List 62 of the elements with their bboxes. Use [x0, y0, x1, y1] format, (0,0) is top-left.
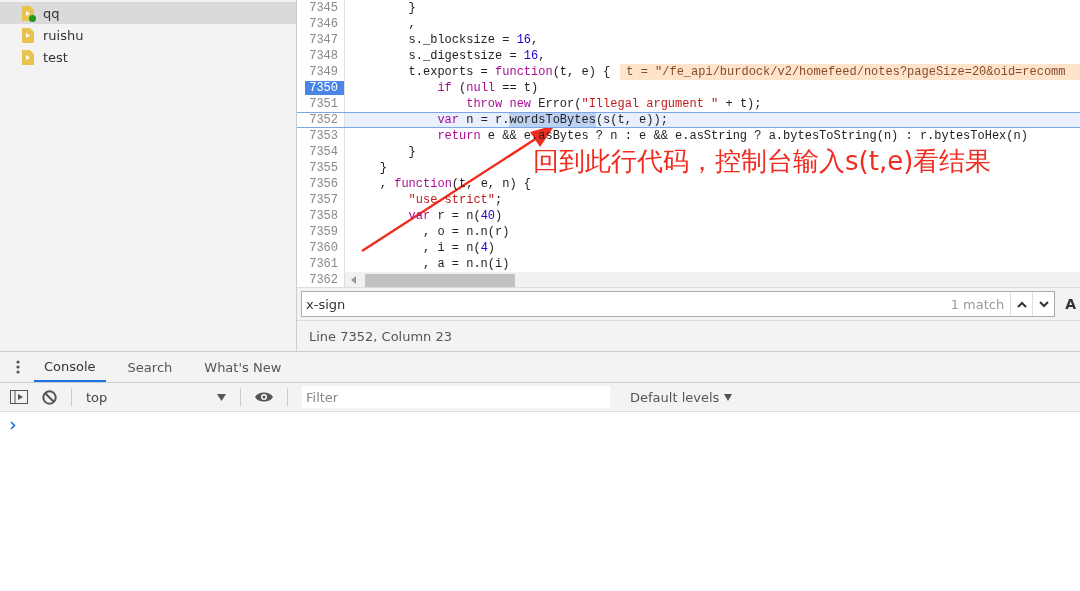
file-icon — [22, 5, 34, 21]
file-tree-item[interactable]: qq — [0, 2, 296, 24]
search-field[interactable]: x-sign 1 match — [301, 291, 1056, 317]
annotation-text: 回到此行代码，控制台输入s(t,e)看结果 — [533, 145, 992, 178]
line-number[interactable]: 7345 — [307, 1, 340, 15]
code-line: , — [407, 16, 416, 32]
code-line: s._digestsize = 16, — [407, 48, 546, 64]
file-tree-item[interactable]: ruishu — [0, 24, 296, 46]
line-number[interactable]: 7348 — [307, 49, 340, 63]
line-number[interactable]: 7346 — [307, 17, 340, 31]
line-number[interactable]: 7360 — [307, 241, 340, 255]
line-number[interactable]: 7349 — [307, 65, 340, 79]
file-icon — [22, 27, 34, 43]
code-line: "use strict"; — [407, 192, 503, 208]
match-case-button[interactable]: A — [1065, 296, 1080, 312]
drawer-tab[interactable]: What's New — [194, 352, 292, 382]
code-line: } — [407, 0, 416, 16]
code-line: var n = r.wordsToBytes(s(t, e)); — [436, 113, 668, 127]
code-line: s._blocksize = 16, — [407, 32, 539, 48]
line-number[interactable]: 7362 — [307, 273, 340, 287]
sidebar-toggle-icon[interactable] — [10, 390, 28, 404]
more-options-icon[interactable] — [16, 360, 20, 374]
line-number[interactable]: 7353 — [307, 129, 340, 143]
scrollbar-thumb[interactable] — [365, 273, 515, 287]
code-line: t.exports = function(t, e) { — [407, 64, 611, 80]
status-bar: Line 7352, Column 23 — [297, 320, 1080, 351]
filter-input[interactable]: Filter — [302, 386, 610, 408]
code-line: , o = n.n(r) — [422, 224, 510, 240]
line-number[interactable]: 7358 — [307, 209, 340, 223]
line-number[interactable]: 7347 — [307, 33, 340, 47]
code-line: } — [407, 144, 416, 160]
file-tree-item[interactable]: test — [0, 46, 296, 68]
line-number[interactable]: 7355 — [307, 161, 340, 175]
dropdown-caret-icon — [217, 393, 226, 401]
code-line: if (null == t) — [436, 80, 539, 96]
context-select[interactable]: top — [86, 389, 226, 405]
chevron-down-icon — [1038, 300, 1049, 308]
file-name: qq — [43, 5, 60, 21]
horizontal-scrollbar[interactable] — [345, 272, 1080, 287]
match-count: 1 match — [950, 296, 1006, 312]
chevron-up-icon — [1016, 300, 1027, 308]
dropdown-caret-icon — [724, 393, 733, 401]
log-levels-dropdown[interactable]: Default levels — [624, 388, 739, 406]
file-icon — [22, 49, 34, 65]
line-number[interactable]: 7351 — [307, 97, 340, 111]
clear-console-icon[interactable] — [42, 389, 57, 405]
drawer-tab[interactable]: Search — [117, 352, 183, 382]
line-number[interactable]: 7361 — [307, 257, 340, 271]
inline-value: t = "/fe_api/burdock/v2/homefeed/notes?pageSize=20&oid=recomm — [620, 64, 1080, 80]
line-number[interactable]: 7357 — [307, 193, 340, 207]
code-line: throw new Error("Illegal argument " + t); — [465, 96, 762, 112]
file-name: ruishu — [43, 27, 84, 43]
code-line: , a = n.n(i) — [422, 256, 510, 272]
line-number[interactable]: 7350 — [305, 81, 344, 95]
code-line: , i = n(4) — [422, 240, 496, 256]
line-number[interactable]: 7354 — [307, 145, 340, 159]
line-number[interactable]: 7356 — [307, 177, 340, 191]
prompt-icon — [10, 421, 16, 430]
eye-icon[interactable] — [255, 391, 273, 403]
file-name: test — [43, 49, 68, 65]
line-number[interactable]: 7359 — [307, 225, 340, 239]
code-line: } — [378, 160, 387, 176]
